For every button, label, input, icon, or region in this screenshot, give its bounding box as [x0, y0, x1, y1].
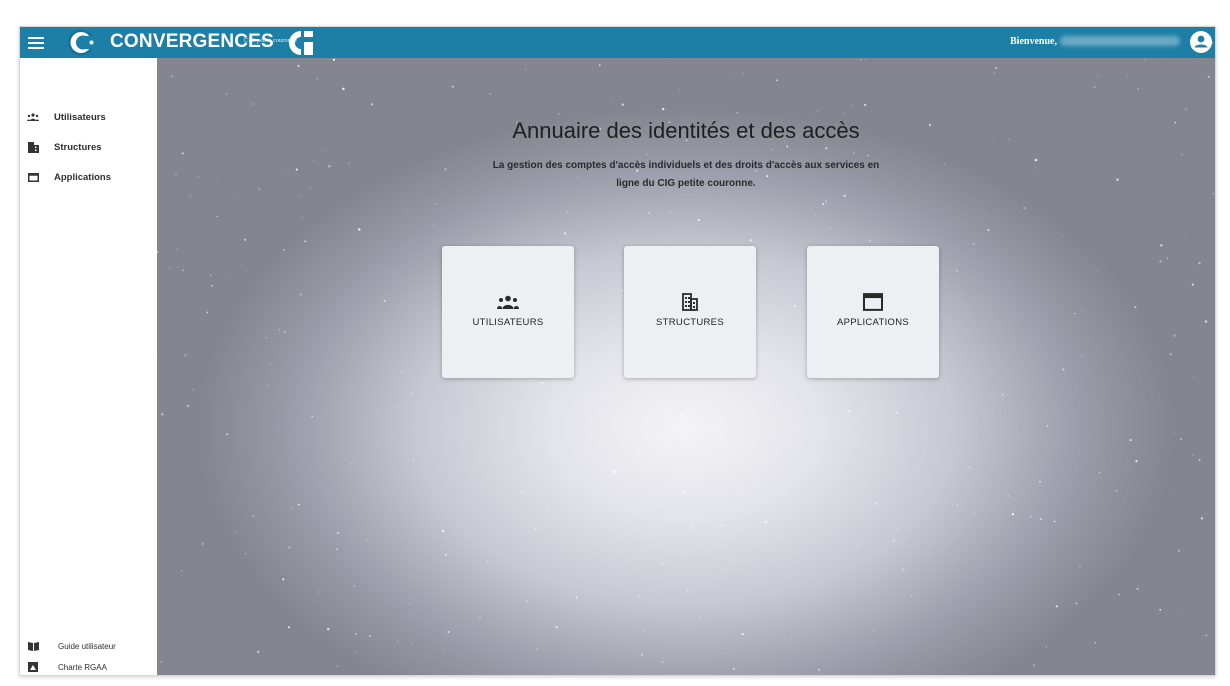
sidebar-item-applications[interactable]: Applications: [26, 168, 111, 186]
cig-logo-icon: [289, 31, 313, 55]
people-icon: [497, 295, 519, 309]
sidebar-item-utilisateurs[interactable]: Utilisateurs: [26, 108, 106, 126]
welcome-label: Bienvenue,: [1010, 36, 1057, 47]
sidebar-link-guide[interactable]: Guide utilisateur: [26, 637, 116, 655]
building-icon: [26, 141, 40, 153]
account-icon[interactable]: [1190, 30, 1214, 54]
convergences-logo-icon: [68, 29, 98, 56]
accessibility-icon: [26, 661, 40, 673]
sidebar-link-label: Charte RGAA: [58, 662, 107, 672]
sidebar-item-label: Applications: [54, 171, 112, 183]
page-subtitle: La gestion des comptes d'accès individue…: [492, 160, 880, 189]
card-utilisateurs[interactable]: UTILISATEURS: [442, 246, 574, 378]
sidebar: Utilisateurs Structures Applications Gui…: [20, 58, 157, 675]
book-icon: [26, 640, 40, 652]
sidebar-item-label: Utilisateurs: [54, 111, 106, 123]
sidebar-item-structures[interactable]: Structures: [26, 138, 102, 156]
card-label: STRUCTURES: [656, 317, 724, 328]
top-app-bar: CONVERGENCES CIG petite couronne Bienven…: [20, 27, 1215, 58]
app-window: CONVERGENCES CIG petite couronne Bienven…: [19, 26, 1216, 676]
card-label: APPLICATIONS: [836, 317, 910, 328]
window-icon: [26, 171, 40, 183]
people-icon: [26, 111, 40, 123]
sidebar-link-rgaa[interactable]: Charte RGAA: [26, 658, 107, 675]
user-name-blurred: [1060, 36, 1180, 46]
card-structures[interactable]: STRUCTURES: [624, 246, 756, 378]
hero-background: Annuaire des identités et des accès La g…: [157, 58, 1215, 675]
page-title: Annuaire des identités et des accès: [512, 118, 860, 143]
card-applications[interactable]: APPLICATIONS: [807, 246, 939, 378]
menu-icon[interactable]: [28, 34, 44, 50]
window-icon: [862, 293, 884, 311]
card-label: UTILISATEURS: [472, 317, 544, 328]
sidebar-item-label: Structures: [54, 141, 102, 153]
sidebar-link-label: Guide utilisateur: [58, 641, 116, 651]
building-icon: [682, 293, 698, 311]
